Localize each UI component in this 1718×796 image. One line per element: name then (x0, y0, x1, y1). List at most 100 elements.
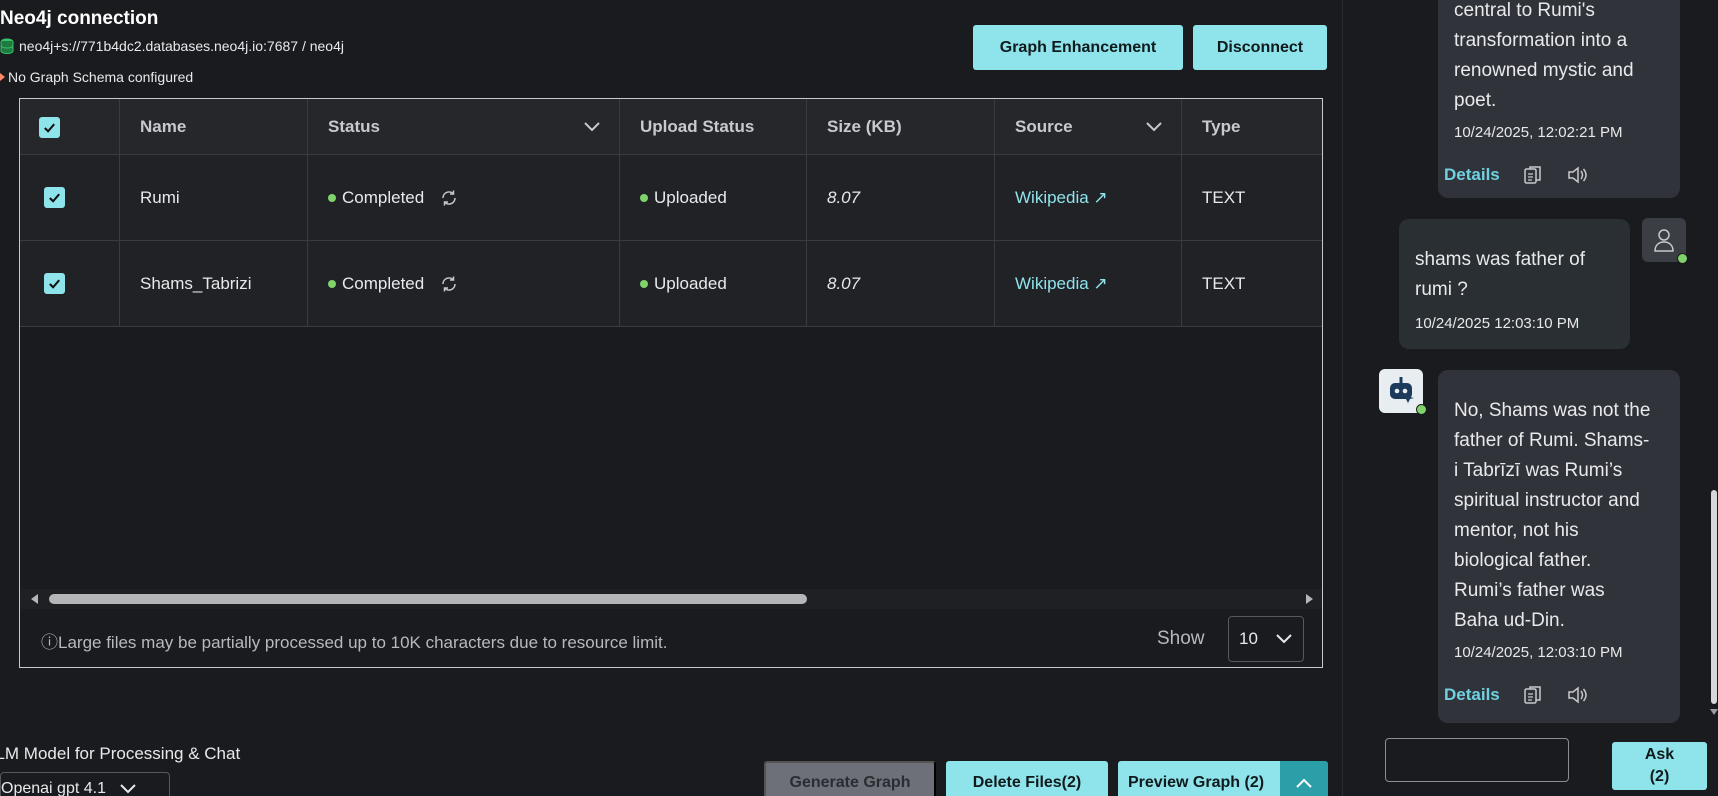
chat-scroll-thumb[interactable] (1711, 490, 1717, 704)
message-line: Rumi’s father was (1454, 580, 1605, 601)
header-size[interactable]: Size (KB) (807, 99, 995, 155)
row-status-text: Completed (342, 273, 425, 293)
refresh-icon[interactable] (440, 189, 458, 207)
page-size-value: 10 (1239, 629, 1258, 648)
table-row[interactable]: Rumi Completed Uploaded 8.07 Wikipedia ↗… (20, 155, 1322, 241)
message-line: rumi ? (1415, 279, 1468, 300)
app-root: Neo4j connection neo4j+s://771b4dc2.data… (0, 0, 1718, 796)
row-source-link[interactable]: Wikipedia ↗ (1015, 188, 1108, 208)
message-actions: Details (1444, 680, 1664, 710)
schema-status: No Graph Schema configured (0, 69, 193, 85)
header-name[interactable]: Name (120, 99, 308, 155)
copy-icon[interactable] (1522, 164, 1544, 186)
header-source[interactable]: Source (995, 99, 1182, 155)
chat-scrollbar[interactable] (1709, 0, 1718, 720)
row-checkbox[interactable] (44, 187, 65, 208)
llm-model-select[interactable]: Openai gpt 4.1 (0, 772, 170, 796)
select-all-cell (20, 99, 120, 155)
message-line: i Tabrīzī was Rumi’s (1454, 460, 1623, 481)
row-name: Shams_Tabrizi (120, 241, 308, 326)
row-status-text: Completed (342, 187, 425, 207)
ask-button-label: Ask (1644, 746, 1675, 763)
message-actions: Details (1444, 160, 1664, 190)
message-line: renowned mystic and (1454, 60, 1634, 81)
row-source-link[interactable]: Wikipedia ↗ (1015, 274, 1108, 294)
select-all-checkbox[interactable] (39, 116, 60, 138)
row-checkbox[interactable] (44, 273, 65, 294)
message-line: central to Rumi's (1454, 0, 1595, 21)
check-icon (44, 123, 55, 133)
message-timestamp: 10/24/2025, 12:02:21 PM (1454, 124, 1623, 141)
table-header: Name Status Upload Status Size (KB) Sour… (20, 99, 1322, 155)
horizontal-scrollbar[interactable] (20, 589, 1322, 609)
chevron-down-icon (1276, 634, 1292, 644)
connection-uri-text: neo4j+s://771b4dc2.databases.neo4j.io:76… (19, 38, 344, 54)
message-line: mentor, not his (1454, 520, 1579, 541)
chat-input[interactable] (1385, 738, 1569, 782)
message-line: father of Rumi. Shams- (1454, 430, 1650, 451)
delete-files-button[interactable]: Delete Files(2) (946, 761, 1108, 796)
refresh-icon[interactable] (440, 275, 458, 293)
assistant-message: central to Rumi's transformation into a … (1438, 0, 1680, 198)
scroll-right-icon[interactable] (1304, 594, 1314, 604)
message-line: Baha ud-Din. (1454, 610, 1565, 631)
header-upload-status[interactable]: Upload Status (620, 99, 807, 155)
robot-icon (1390, 377, 1414, 403)
copy-icon[interactable] (1522, 684, 1544, 706)
status-dot (328, 279, 336, 288)
details-link[interactable]: Details (1444, 160, 1500, 190)
row-select-cell (20, 241, 120, 326)
header-source-label: Source (1015, 117, 1073, 136)
preview-graph-button[interactable]: Preview Graph (2) (1118, 761, 1280, 796)
resource-limit-note: ⓘLarge files may be partially processed … (41, 633, 668, 652)
scroll-thumb[interactable] (49, 594, 807, 604)
message-line: spiritual instructor and (1454, 490, 1640, 511)
llm-model-value: Openai gpt 4.1 (1, 780, 106, 796)
row-upload-status-text: Uploaded (654, 273, 727, 293)
status-dot (328, 193, 336, 202)
details-link[interactable]: Details (1444, 680, 1500, 710)
online-indicator (1677, 253, 1688, 264)
row-upload-status: Uploaded (620, 155, 807, 240)
schema-status-text: No Graph Schema configured (8, 69, 194, 85)
chevron-down-icon[interactable] (1145, 121, 1163, 133)
check-icon (49, 193, 60, 203)
disconnect-button[interactable]: Disconnect (1193, 25, 1327, 70)
chat-panel: central to Rumi's transformation into a … (1342, 0, 1718, 796)
scroll-down-icon[interactable] (1710, 708, 1718, 716)
header-status[interactable]: Status (308, 99, 620, 155)
message-line: biological father. (1454, 550, 1592, 571)
database-icon (0, 38, 14, 54)
upload-dot (640, 279, 648, 288)
table-row[interactable]: Shams_Tabrizi Completed Uploaded 8.07 Wi… (20, 241, 1322, 327)
bot-avatar (1379, 369, 1427, 415)
user-avatar (1642, 218, 1688, 264)
ask-button[interactable]: Ask (2) (1612, 742, 1707, 790)
ask-button-count: (2) (1649, 768, 1670, 785)
chevron-up-icon (1296, 778, 1312, 788)
message-timestamp: 10/24/2025, 12:03:10 PM (1454, 644, 1623, 661)
graph-enhancement-button[interactable]: Graph Enhancement (973, 25, 1183, 70)
chevron-down-icon[interactable] (583, 121, 601, 133)
assistant-message: No, Shams was not the father of Rumi. Sh… (1438, 370, 1680, 723)
page-size-select[interactable]: 10 (1228, 616, 1304, 662)
show-label: Show (1157, 628, 1205, 649)
speaker-icon[interactable] (1566, 684, 1588, 706)
chevron-down-icon (120, 784, 136, 794)
connection-uri: neo4j+s://771b4dc2.databases.neo4j.io:76… (0, 38, 344, 54)
row-source-cell: Wikipedia ↗ (995, 155, 1182, 240)
header-status-label: Status (328, 117, 380, 136)
header-type[interactable]: Type (1182, 99, 1322, 155)
upload-dot (640, 193, 648, 202)
row-size: 8.07 (807, 241, 995, 326)
row-source-cell: Wikipedia ↗ (995, 241, 1182, 326)
llm-label: LLM Model for Processing & Chat (0, 744, 241, 763)
scroll-left-icon[interactable] (30, 594, 40, 604)
row-select-cell (20, 155, 120, 240)
user-icon (1654, 229, 1674, 252)
speaker-icon[interactable] (1566, 164, 1588, 186)
preview-options-button[interactable] (1280, 761, 1328, 796)
main-panel: Neo4j connection neo4j+s://771b4dc2.data… (0, 0, 1342, 796)
generate-graph-button[interactable]: Generate Graph (764, 761, 936, 796)
row-size: 8.07 (807, 155, 995, 240)
